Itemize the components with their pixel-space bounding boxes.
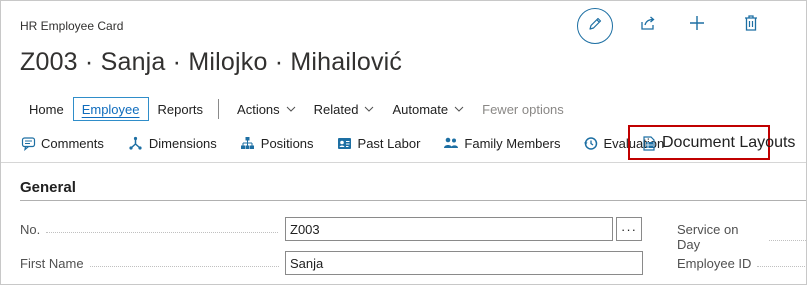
history-clock-icon: [582, 135, 598, 151]
comment-icon: [20, 135, 36, 151]
field-label-first-name-text: First Name: [20, 256, 84, 271]
field-label-service-on-day: Service on Day: [677, 222, 806, 252]
first-name-field[interactable]: Sanja: [285, 251, 643, 275]
action-comments-label: Comments: [41, 135, 104, 151]
leader-dots: [46, 232, 279, 233]
menu-automate[interactable]: Automate: [383, 97, 473, 121]
menu-reports[interactable]: Reports: [149, 97, 213, 121]
action-dimensions-label: Dimensions: [148, 135, 217, 151]
action-comments[interactable]: Comments: [20, 130, 104, 156]
leader-dots: [89, 266, 279, 267]
chevron-down-icon: [364, 106, 374, 112]
action-past-labor[interactable]: Past Labor: [337, 130, 421, 156]
menu-employee[interactable]: Employee: [72, 97, 149, 121]
action-family-members[interactable]: Family Members: [443, 130, 560, 156]
chevron-down-icon: [286, 106, 296, 112]
employee-card-window: HR Employee Card Z003 · Sanja · Milojko …: [0, 0, 807, 285]
new-button[interactable]: [686, 14, 708, 36]
people-icon: [443, 135, 459, 151]
action-dimensions[interactable]: Dimensions: [128, 130, 217, 156]
no-field[interactable]: Z003: [285, 217, 613, 241]
field-label-service-on-day-text: Service on Day: [677, 222, 739, 252]
hierarchy-icon: [240, 135, 256, 151]
chevron-down-icon: [454, 106, 464, 112]
leader-dots: [768, 239, 806, 241]
leader-dots: [757, 266, 806, 267]
field-label-no-text: No.: [20, 222, 41, 237]
divider: [1, 162, 806, 163]
field-label-employee-id-text: Employee ID: [677, 256, 752, 271]
plus-icon: [688, 14, 706, 37]
page-title: Z003 · Sanja · Milojko · Mihailović: [20, 48, 403, 76]
action-past-labor-label: Past Labor: [357, 135, 421, 151]
edit-button[interactable]: [577, 8, 613, 44]
menu-actions-label: Actions: [237, 101, 280, 117]
action-positions[interactable]: Positions: [240, 130, 314, 156]
id-card-icon: [337, 135, 353, 151]
menu-home[interactable]: Home: [20, 97, 73, 121]
share-icon: [639, 14, 657, 37]
action-document-layouts-label: Document Layouts: [662, 134, 796, 151]
menu-related-label: Related: [313, 101, 359, 117]
field-label-employee-id: Employee ID: [677, 256, 806, 271]
section-divider: [20, 200, 806, 201]
action-document-layouts[interactable]: Document Layouts: [641, 130, 795, 156]
menu-actions[interactable]: Actions: [228, 97, 305, 121]
document-layout-icon: [641, 135, 657, 151]
trash-icon: [743, 14, 759, 37]
menu-fewer-options[interactable]: Fewer options: [473, 97, 573, 121]
action-bar: Comments Dimensions Positions Past Labor…: [20, 130, 664, 156]
action-positions-label: Positions: [260, 135, 314, 151]
field-label-no: No.: [20, 222, 280, 237]
dimensions-icon: [128, 135, 144, 151]
section-title-general[interactable]: General: [20, 179, 76, 196]
menu-automate-label: Automate: [392, 101, 449, 117]
action-family-members-label: Family Members: [464, 135, 561, 151]
delete-button[interactable]: [740, 14, 762, 36]
no-assist-button[interactable]: ···: [616, 217, 642, 241]
menu-bar: Home Employee Reports Actions Related Au…: [20, 97, 573, 121]
share-button[interactable]: [637, 14, 659, 36]
menu-related[interactable]: Related: [305, 97, 384, 121]
page-caption: HR Employee Card: [20, 19, 124, 33]
pencil-icon: [587, 16, 603, 37]
field-label-first-name: First Name: [20, 256, 280, 271]
menu-separator: [218, 99, 220, 119]
